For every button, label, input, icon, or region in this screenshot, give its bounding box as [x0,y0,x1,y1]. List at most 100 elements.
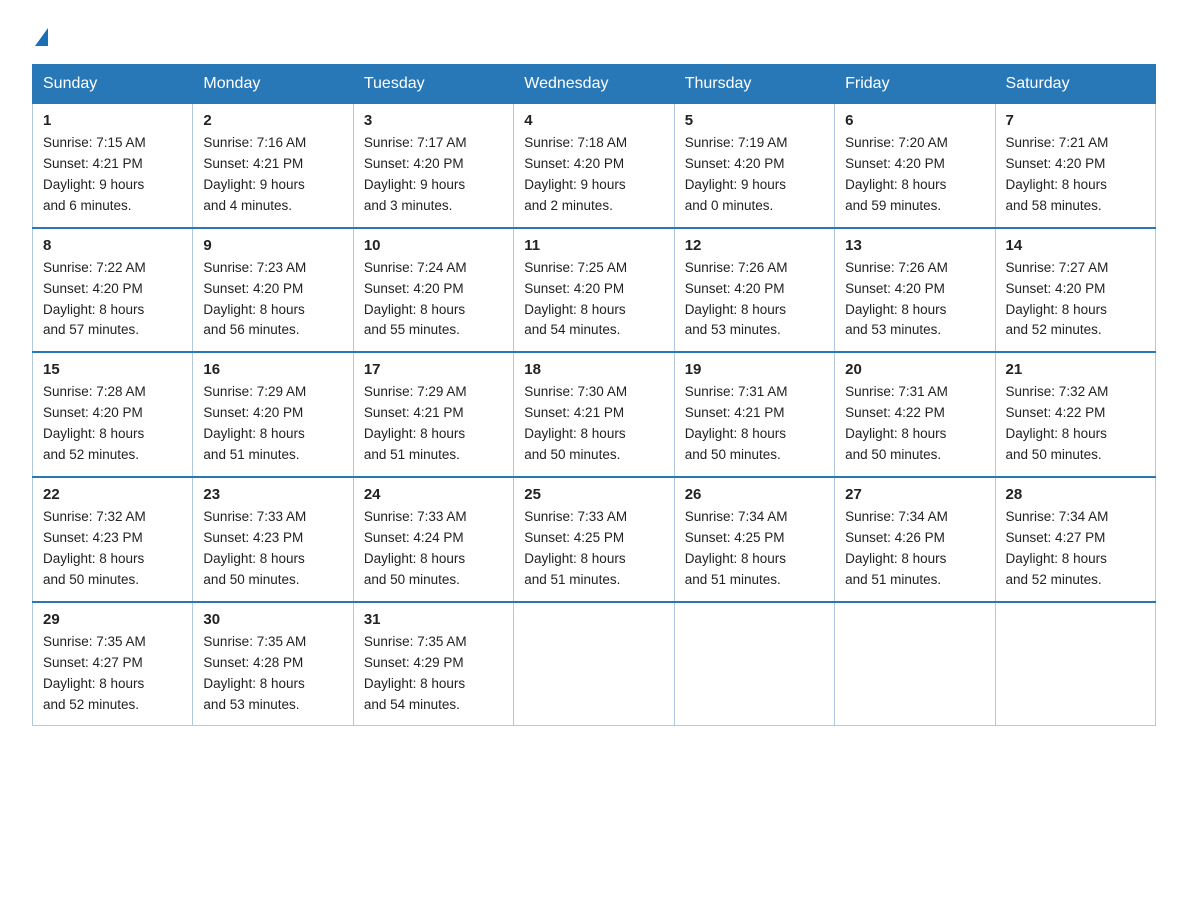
day-number: 23 [203,486,342,503]
day-detail: Sunrise: 7:29 AMSunset: 4:21 PMDaylight:… [364,382,503,466]
day-detail: Sunrise: 7:21 AMSunset: 4:20 PMDaylight:… [1006,133,1145,217]
day-detail: Sunrise: 7:25 AMSunset: 4:20 PMDaylight:… [524,258,663,342]
day-number: 7 [1006,112,1145,129]
calendar-cell: 16 Sunrise: 7:29 AMSunset: 4:20 PMDaylig… [193,352,353,477]
calendar-cell: 29 Sunrise: 7:35 AMSunset: 4:27 PMDaylig… [33,602,193,726]
day-detail: Sunrise: 7:34 AMSunset: 4:27 PMDaylight:… [1006,507,1145,591]
calendar-cell: 4 Sunrise: 7:18 AMSunset: 4:20 PMDayligh… [514,104,674,228]
calendar-cell: 15 Sunrise: 7:28 AMSunset: 4:20 PMDaylig… [33,352,193,477]
calendar-cell: 24 Sunrise: 7:33 AMSunset: 4:24 PMDaylig… [353,477,513,602]
day-detail: Sunrise: 7:32 AMSunset: 4:22 PMDaylight:… [1006,382,1145,466]
day-number: 29 [43,611,182,628]
calendar-cell [995,602,1155,726]
calendar-cell: 10 Sunrise: 7:24 AMSunset: 4:20 PMDaylig… [353,228,513,353]
day-detail: Sunrise: 7:17 AMSunset: 4:20 PMDaylight:… [364,133,503,217]
day-detail: Sunrise: 7:35 AMSunset: 4:28 PMDaylight:… [203,632,342,716]
day-number: 4 [524,112,663,129]
calendar-cell: 5 Sunrise: 7:19 AMSunset: 4:20 PMDayligh… [674,104,834,228]
day-number: 13 [845,237,984,254]
calendar-cell: 1 Sunrise: 7:15 AMSunset: 4:21 PMDayligh… [33,104,193,228]
day-number: 9 [203,237,342,254]
calendar-cell: 13 Sunrise: 7:26 AMSunset: 4:20 PMDaylig… [835,228,995,353]
calendar-cell: 21 Sunrise: 7:32 AMSunset: 4:22 PMDaylig… [995,352,1155,477]
day-number: 27 [845,486,984,503]
logo-triangle-icon [35,28,48,46]
weekday-header-wednesday: Wednesday [514,65,674,104]
day-detail: Sunrise: 7:35 AMSunset: 4:29 PMDaylight:… [364,632,503,716]
calendar-header: SundayMondayTuesdayWednesdayThursdayFrid… [33,65,1156,104]
calendar-cell: 26 Sunrise: 7:34 AMSunset: 4:25 PMDaylig… [674,477,834,602]
day-detail: Sunrise: 7:19 AMSunset: 4:20 PMDaylight:… [685,133,824,217]
day-number: 16 [203,361,342,378]
weekday-header-saturday: Saturday [995,65,1155,104]
calendar-week-row: 15 Sunrise: 7:28 AMSunset: 4:20 PMDaylig… [33,352,1156,477]
weekday-header-friday: Friday [835,65,995,104]
day-number: 8 [43,237,182,254]
day-number: 21 [1006,361,1145,378]
day-number: 22 [43,486,182,503]
weekday-header-thursday: Thursday [674,65,834,104]
calendar-cell: 9 Sunrise: 7:23 AMSunset: 4:20 PMDayligh… [193,228,353,353]
day-detail: Sunrise: 7:31 AMSunset: 4:22 PMDaylight:… [845,382,984,466]
calendar-cell: 27 Sunrise: 7:34 AMSunset: 4:26 PMDaylig… [835,477,995,602]
day-detail: Sunrise: 7:34 AMSunset: 4:25 PMDaylight:… [685,507,824,591]
calendar-cell: 31 Sunrise: 7:35 AMSunset: 4:29 PMDaylig… [353,602,513,726]
day-number: 3 [364,112,503,129]
day-number: 28 [1006,486,1145,503]
calendar-week-row: 1 Sunrise: 7:15 AMSunset: 4:21 PMDayligh… [33,104,1156,228]
day-number: 1 [43,112,182,129]
day-detail: Sunrise: 7:24 AMSunset: 4:20 PMDaylight:… [364,258,503,342]
weekday-header-monday: Monday [193,65,353,104]
calendar-cell: 8 Sunrise: 7:22 AMSunset: 4:20 PMDayligh… [33,228,193,353]
calendar-week-row: 22 Sunrise: 7:32 AMSunset: 4:23 PMDaylig… [33,477,1156,602]
weekday-header-sunday: Sunday [33,65,193,104]
day-detail: Sunrise: 7:26 AMSunset: 4:20 PMDaylight:… [685,258,824,342]
logo-blue-text [32,28,48,46]
day-detail: Sunrise: 7:16 AMSunset: 4:21 PMDaylight:… [203,133,342,217]
page-header [32,24,1156,46]
calendar-cell: 22 Sunrise: 7:32 AMSunset: 4:23 PMDaylig… [33,477,193,602]
day-detail: Sunrise: 7:34 AMSunset: 4:26 PMDaylight:… [845,507,984,591]
calendar-cell: 18 Sunrise: 7:30 AMSunset: 4:21 PMDaylig… [514,352,674,477]
day-detail: Sunrise: 7:35 AMSunset: 4:27 PMDaylight:… [43,632,182,716]
calendar-cell: 14 Sunrise: 7:27 AMSunset: 4:20 PMDaylig… [995,228,1155,353]
calendar-cell: 7 Sunrise: 7:21 AMSunset: 4:20 PMDayligh… [995,104,1155,228]
day-detail: Sunrise: 7:32 AMSunset: 4:23 PMDaylight:… [43,507,182,591]
calendar-cell [674,602,834,726]
day-detail: Sunrise: 7:29 AMSunset: 4:20 PMDaylight:… [203,382,342,466]
calendar-cell: 19 Sunrise: 7:31 AMSunset: 4:21 PMDaylig… [674,352,834,477]
calendar-body: 1 Sunrise: 7:15 AMSunset: 4:21 PMDayligh… [33,104,1156,726]
calendar-cell: 17 Sunrise: 7:29 AMSunset: 4:21 PMDaylig… [353,352,513,477]
weekday-header-tuesday: Tuesday [353,65,513,104]
calendar-cell: 30 Sunrise: 7:35 AMSunset: 4:28 PMDaylig… [193,602,353,726]
calendar-cell [835,602,995,726]
day-number: 24 [364,486,503,503]
day-number: 10 [364,237,503,254]
day-detail: Sunrise: 7:33 AMSunset: 4:24 PMDaylight:… [364,507,503,591]
day-detail: Sunrise: 7:30 AMSunset: 4:21 PMDaylight:… [524,382,663,466]
calendar-cell: 6 Sunrise: 7:20 AMSunset: 4:20 PMDayligh… [835,104,995,228]
calendar-cell: 3 Sunrise: 7:17 AMSunset: 4:20 PMDayligh… [353,104,513,228]
day-detail: Sunrise: 7:28 AMSunset: 4:20 PMDaylight:… [43,382,182,466]
day-detail: Sunrise: 7:22 AMSunset: 4:20 PMDaylight:… [43,258,182,342]
day-number: 6 [845,112,984,129]
calendar-cell: 20 Sunrise: 7:31 AMSunset: 4:22 PMDaylig… [835,352,995,477]
day-number: 15 [43,361,182,378]
weekday-row: SundayMondayTuesdayWednesdayThursdayFrid… [33,65,1156,104]
day-detail: Sunrise: 7:31 AMSunset: 4:21 PMDaylight:… [685,382,824,466]
calendar-table: SundayMondayTuesdayWednesdayThursdayFrid… [32,64,1156,726]
day-number: 2 [203,112,342,129]
calendar-week-row: 8 Sunrise: 7:22 AMSunset: 4:20 PMDayligh… [33,228,1156,353]
day-number: 12 [685,237,824,254]
calendar-cell: 28 Sunrise: 7:34 AMSunset: 4:27 PMDaylig… [995,477,1155,602]
calendar-cell: 25 Sunrise: 7:33 AMSunset: 4:25 PMDaylig… [514,477,674,602]
day-number: 31 [364,611,503,628]
day-number: 30 [203,611,342,628]
calendar-cell: 11 Sunrise: 7:25 AMSunset: 4:20 PMDaylig… [514,228,674,353]
day-detail: Sunrise: 7:26 AMSunset: 4:20 PMDaylight:… [845,258,984,342]
day-number: 25 [524,486,663,503]
day-detail: Sunrise: 7:15 AMSunset: 4:21 PMDaylight:… [43,133,182,217]
day-detail: Sunrise: 7:33 AMSunset: 4:25 PMDaylight:… [524,507,663,591]
logo [32,28,48,46]
day-number: 5 [685,112,824,129]
